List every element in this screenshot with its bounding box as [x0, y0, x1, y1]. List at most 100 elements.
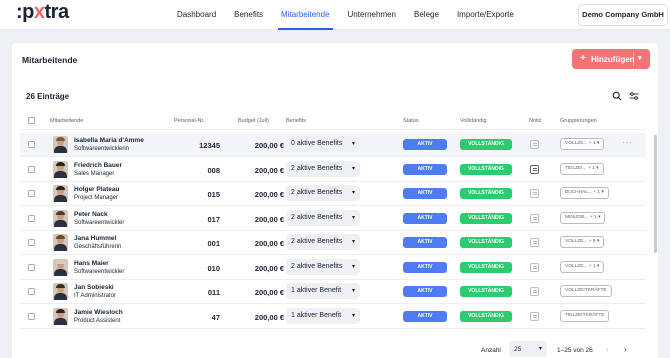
note-icon[interactable] [530, 287, 539, 296]
entry-count: 26 Einträge [26, 92, 70, 101]
nav-importe-exporte[interactable]: Importe/Exporte [448, 0, 523, 30]
benefits-dropdown[interactable]: 0 aktive Benefits ▾ [286, 136, 360, 152]
table-row[interactable]: Jan Sobieski IT Administrator 011 200,00 €1… [20, 280, 646, 304]
nav-dashboard[interactable]: Dashboard [168, 0, 225, 30]
benefits-dropdown[interactable]: 2 aktive Benefits ▾ [286, 258, 360, 275]
table-row[interactable]: Isabella Maria d'Amme Softwareentwickleri… [20, 133, 646, 157]
row-checkbox[interactable] [28, 288, 35, 295]
chevron-down-icon: ▾ [351, 263, 355, 270]
employee-role: Softwareentwicklerin [74, 146, 130, 152]
chevron-down-icon: ▾ [351, 190, 355, 196]
row-checkbox[interactable] [28, 263, 35, 271]
page-size-select[interactable]: 25 ▾ [509, 341, 547, 357]
benefits-label: 0 aktive Benefits [291, 140, 343, 147]
status-badge: AKTIV [403, 188, 447, 199]
group-tag[interactable]: BUCHHAL... + 1 ▾ [560, 187, 609, 199]
avatar [53, 160, 68, 178]
group-tag[interactable]: VOLLZE... + 9 ▾ [560, 236, 605, 248]
table-row[interactable]: Holger Plateau Project Manager 015 200,00 €… [20, 182, 646, 206]
employee-name[interactable]: Friedrich Bauer [74, 162, 122, 169]
col-pnr[interactable]: Personal-Nr. [174, 118, 205, 124]
page-size-value: 25 [514, 346, 522, 353]
benefits-dropdown[interactable]: 2 aktive Benefits ▾ [286, 160, 360, 177]
row-checkbox[interactable] [28, 141, 35, 148]
note-icon[interactable] [530, 213, 539, 223]
table-row[interactable]: Friedrich Bauer Sales Manager 008 200,00 €2… [20, 158, 646, 182]
note-icon[interactable] [530, 311, 539, 321]
note-icon[interactable] [530, 189, 539, 198]
group-tag[interactable]: TEILZEI... + 1 ▾ [560, 162, 604, 175]
previous-page-icon[interactable]: ‹ [606, 345, 609, 354]
col-groups[interactable]: Gruppierungen [560, 118, 597, 124]
personnel-number: 001 [207, 239, 220, 248]
search-icon[interactable] [612, 91, 622, 101]
benefits-dropdown[interactable]: 1 aktiver Benefit ▾ [286, 283, 360, 299]
group-label: TEILZEITKRÄFTE [565, 312, 605, 318]
benefits-dropdown[interactable]: 2 aktive Benefits ▾ [286, 234, 360, 250]
benefits-label: 1 aktiver Benefit [291, 311, 342, 319]
app-logo[interactable]: :pxtra [16, 1, 69, 24]
employee-name[interactable]: Holger Plateau [74, 186, 120, 193]
status-badge: AKTIV [403, 310, 447, 322]
scrollbar[interactable] [654, 135, 657, 253]
group-tag[interactable]: VOLLZEITKRÄFTE [560, 285, 612, 297]
employee-name[interactable]: Jan Sobieski [74, 284, 114, 291]
chevron-down-icon: ▾ [538, 346, 542, 352]
avatar [53, 283, 68, 300]
col-benefits[interactable]: Benefits [286, 118, 306, 124]
chevron-down-icon: ▾ [351, 239, 355, 245]
benefits-label: 2 aktive Benefits [291, 213, 343, 221]
col-employee[interactable]: Mitarbeitende [50, 118, 83, 124]
note-icon[interactable] [530, 164, 539, 174]
benefits-dropdown[interactable]: 2 aktive Benefits ▾ [286, 185, 360, 201]
row-checkbox[interactable] [28, 214, 35, 222]
employee-name[interactable]: Hans Maier [74, 260, 109, 267]
table-row[interactable]: Hans Maier Softwareentwickler 010 200,00 €2… [20, 256, 646, 280]
col-complete[interactable]: Vollständig [460, 118, 487, 124]
add-employee-button[interactable]: + Hinzufügen ▾ [572, 49, 650, 69]
chevron-down-icon: ▾ [351, 165, 355, 172]
chevron-down-icon[interactable]: ▾ [638, 54, 642, 62]
employee-role: Softwareentwickler [74, 268, 125, 275]
employee-name[interactable]: Isabella Maria d'Amme [74, 137, 144, 144]
benefits-dropdown[interactable]: 2 aktive Benefits ▾ [286, 209, 360, 226]
nav-unternehmen[interactable]: Unternehmen [339, 0, 405, 30]
personnel-number: 12345 [199, 141, 220, 150]
more-options-icon[interactable]: ··· [622, 138, 633, 147]
nav-benefits[interactable]: Benefits [225, 0, 272, 30]
group-tag[interactable]: MINIJOB... + 1 ▾ [560, 211, 606, 224]
group-label: VOLLZE... + 1 [565, 141, 596, 146]
note-icon[interactable] [530, 262, 539, 272]
nav-belege[interactable]: Belege [405, 0, 448, 30]
note-icon[interactable] [530, 140, 539, 149]
row-checkbox[interactable] [28, 312, 35, 320]
col-budget[interactable]: Budget (Juli) [238, 118, 269, 124]
benefits-label: 2 aktive Benefits [291, 262, 343, 270]
next-page-icon[interactable]: › [624, 345, 627, 354]
filter-settings-icon[interactable] [629, 91, 639, 101]
group-label: MINIJOB... + 1 [565, 214, 597, 220]
select-all-checkbox[interactable] [28, 117, 35, 124]
nav-mitarbeitende[interactable]: Mitarbeitende [272, 0, 338, 30]
chevron-down-icon: ▾ [351, 141, 355, 147]
col-status[interactable]: Status [403, 118, 419, 124]
group-tag[interactable]: VOLLZE... + 1 ▾ [560, 138, 605, 150]
row-checkbox[interactable] [28, 165, 35, 173]
benefits-dropdown[interactable]: 1 aktiver Benefit ▾ [286, 307, 360, 324]
col-note[interactable]: Notiz [529, 118, 542, 124]
table-row[interactable]: Jamie Wiesloch Product Assistent 47 200,00 … [20, 305, 646, 329]
employee-name[interactable]: Peter Nack [74, 211, 108, 218]
group-tag[interactable]: TEILZEITKRÄFTE [560, 309, 610, 322]
table-row[interactable]: Jana Hummel Geschäftsführerin 001 200,00 €2… [20, 231, 646, 255]
row-checkbox[interactable] [28, 239, 35, 246]
personnel-number: 011 [207, 288, 220, 297]
group-tag[interactable]: VOLLZE... + 1 ▾ [560, 260, 605, 273]
employee-name[interactable]: Jana Hummel [74, 235, 116, 242]
employee-name[interactable]: Jamie Wiesloch [74, 309, 123, 316]
table-row[interactable]: Peter Nack Softwareentwickler 017 200,00 €2… [20, 207, 646, 231]
avatar [53, 209, 68, 227]
note-icon[interactable] [530, 238, 539, 247]
complete-badge: VOLLSTÄNDIG [460, 163, 512, 175]
row-checkbox[interactable] [28, 190, 35, 197]
company-switcher[interactable]: Demo Company GmbH [578, 4, 668, 26]
